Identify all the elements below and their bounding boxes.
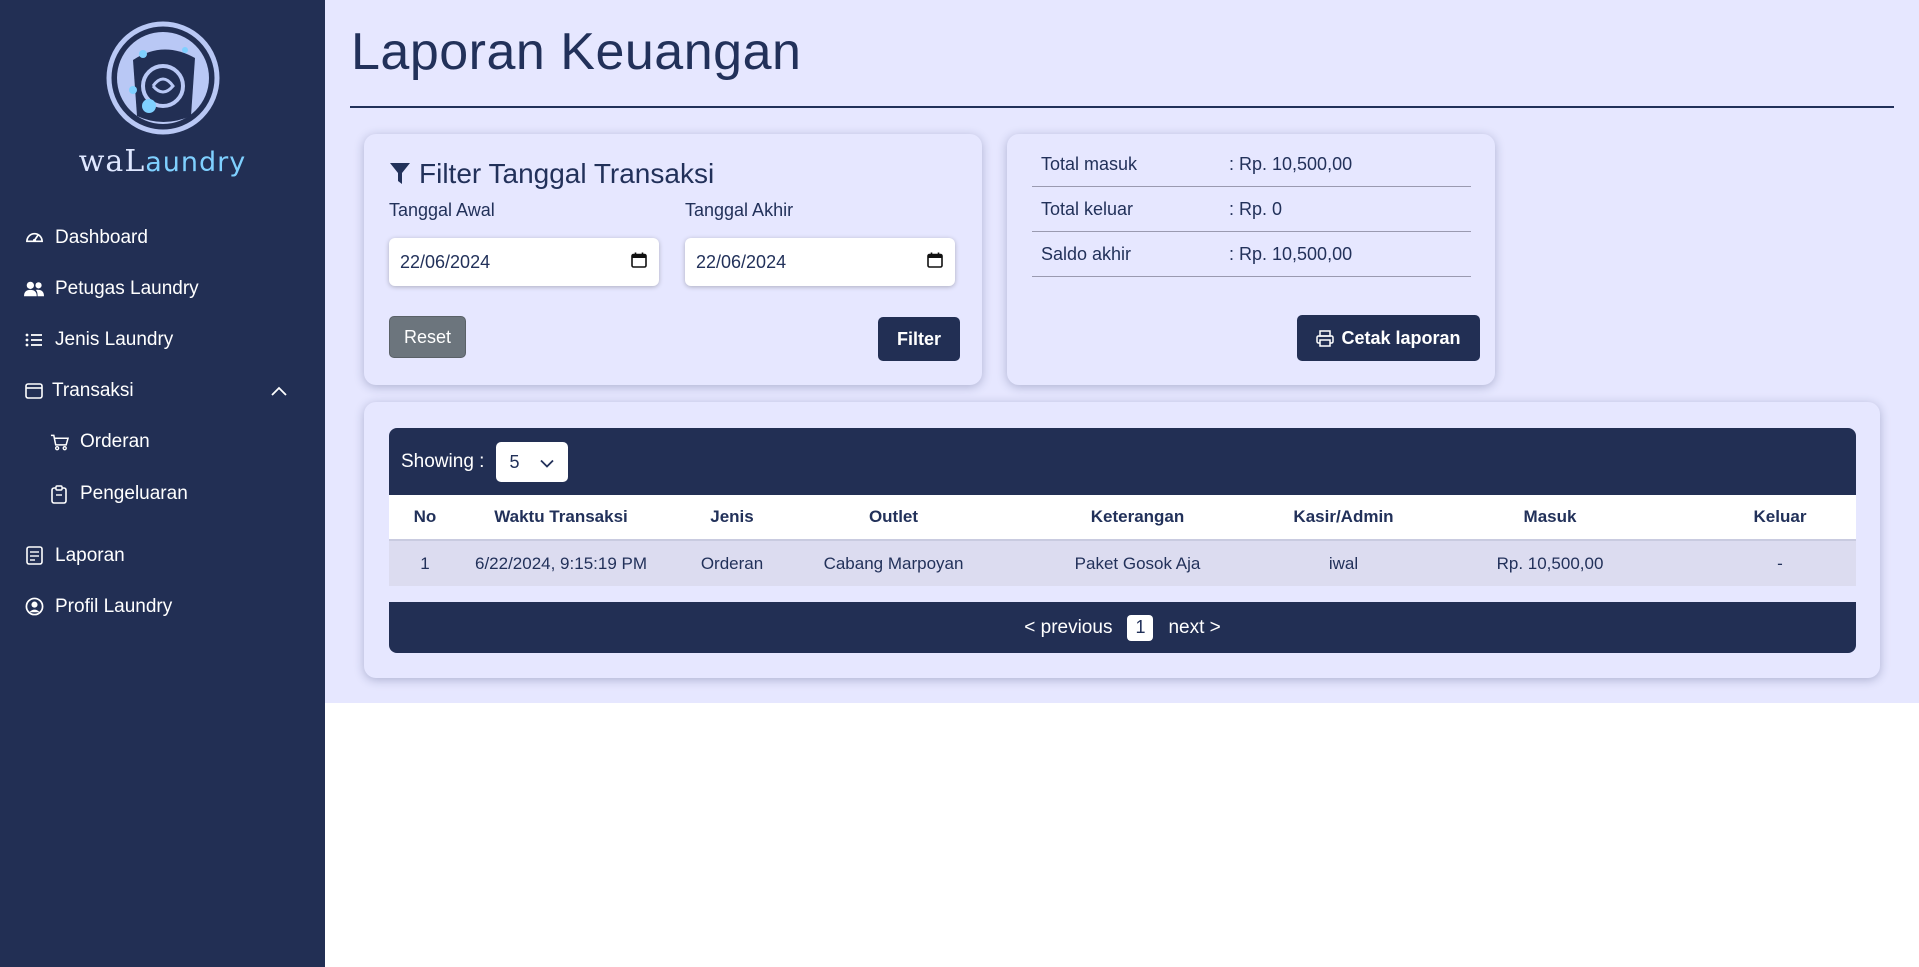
summary-key: Total keluar [1041,198,1134,219]
page-size-select[interactable]: 5 [496,442,569,482]
start-date-label: Tanggal Awal [389,200,495,220]
sidebar-item-dashboard[interactable]: Dashboard [0,212,325,263]
transactions-table: No Waktu Transaksi Jenis Outlet Keterang… [389,495,1856,586]
sidebar-item-label: Profil Laundry [55,595,173,617]
users-icon [24,279,44,299]
table-cell: Cabang Marpoyan [803,540,984,586]
sidebar-item-label: Petugas Laundry [55,277,199,299]
summary-value: : Rp. 0 [1229,198,1283,219]
sidebar-item-jenis-laundry[interactable]: Jenis Laundry [0,314,325,365]
transaksi-submenu: Orderan Pengeluaran [0,416,325,520]
table-cell: 1 [389,540,461,586]
printer-icon [1316,329,1335,347]
list-icon [24,330,44,350]
pagination: < previous 1 next > [389,602,1856,653]
summary-value: : Rp. 10,500,00 [1229,153,1353,174]
clipboard-icon [49,484,69,504]
sidebar-item-label: Dashboard [55,226,148,248]
table-cell: Rp. 10,500,00 [1396,540,1704,586]
table-cell: Paket Gosok Aja [984,540,1291,586]
summary-card: Total masuk : Rp. 10,500,00 Total keluar… [1007,134,1495,385]
start-date-value: 22/06/2024 [400,251,491,272]
title-divider [350,106,1894,108]
sidebar-item-pengeluaran[interactable]: Pengeluaran [25,468,325,520]
page-title: Laporan Keuangan [351,23,802,81]
filter-button[interactable]: Filter [878,317,960,361]
end-date-label: Tanggal Akhir [685,200,794,220]
end-date-input[interactable]: 22/06/2024 [685,238,955,286]
filter-title-text: Filter Tanggal Transaksi [419,158,715,189]
column-header: Outlet [803,495,984,541]
sidebar-item-label: Jenis Laundry [55,328,174,350]
laundry-logo-icon [106,21,219,135]
sidebar-item-label: Orderan [80,431,150,452]
main-content: Laporan Keuangan Filter Tanggal Transaks… [325,0,1919,703]
sidebar: waLaundry Dashboard Petugas Laundry Jeni… [0,0,325,967]
next-page-link[interactable]: next > [1168,617,1220,639]
report-icon [24,546,44,566]
sidebar-item-label: Pengeluaran [80,483,188,504]
table-row: 1 6/22/2024, 9:15:19 PM Orderan Cabang M… [389,540,1856,586]
sidebar-item-label: Laporan [55,544,125,566]
previous-page-link[interactable]: < previous [1024,617,1112,639]
print-report-label: Cetak laporan [1341,327,1461,348]
user-circle-icon [24,597,44,617]
column-header: Jenis [661,495,803,541]
brand-accent: aundry [145,147,247,178]
sidebar-item-label: Transaksi [52,379,134,401]
brand-name: waLaundry [0,144,325,179]
sidebar-item-laporan[interactable]: Laporan [0,530,325,581]
sidebar-nav: Dashboard Petugas Laundry Jenis Laundry … [0,212,325,632]
sidebar-item-orderan[interactable]: Orderan [25,416,325,468]
column-header: Kasir/Admin [1291,495,1396,541]
brand-logo[interactable]: waLaundry [0,20,325,179]
cart-icon [49,432,69,452]
table-header-row: No Waktu Transaksi Jenis Outlet Keterang… [389,495,1856,541]
reset-button[interactable]: Reset [389,316,466,358]
end-date-value: 22/06/2024 [696,251,787,272]
showing-label: Showing : [401,451,485,472]
column-header: Waktu Transaksi [461,495,661,541]
sidebar-item-profil-laundry[interactable]: Profil Laundry [0,581,325,632]
sidebar-item-transaksi[interactable]: Transaksi [0,365,325,416]
summary-row-total-masuk: Total masuk : Rp. 10,500,00 [1032,142,1471,187]
table-cell: iwal [1291,540,1396,586]
brand-prefix: waL [78,144,146,179]
chevron-down-icon [540,452,555,473]
table-cell: 6/22/2024, 9:15:19 PM [461,540,661,586]
table-cell: Orderan [661,540,803,586]
page-size-value: 5 [509,451,520,472]
summary-key: Saldo akhir [1041,243,1132,264]
summary-value: : Rp. 10,500,00 [1229,243,1353,264]
current-page-number[interactable]: 1 [1127,614,1154,641]
start-date-input[interactable]: 22/06/2024 [389,238,659,286]
calendar-icon[interactable] [631,252,647,273]
summary-row-total-keluar: Total keluar : Rp. 0 [1032,187,1471,232]
column-header: No [389,495,461,541]
transactions-card: Showing : 5 No Waktu Transaksi Jenis Out… [364,402,1880,678]
calendar-icon[interactable] [927,252,943,273]
column-header: Keterangan [984,495,1291,541]
sidebar-item-petugas-laundry[interactable]: Petugas Laundry [0,263,325,314]
filter-title: Filter Tanggal Transaksi [389,158,714,190]
table-toolbar: Showing : 5 [389,428,1856,496]
print-report-button[interactable]: Cetak laporan [1297,315,1480,361]
window-icon [24,381,44,401]
column-header: Masuk [1396,495,1704,541]
gauge-icon [24,228,44,248]
funnel-icon [389,162,411,186]
column-header: Keluar [1704,495,1856,541]
summary-row-saldo-akhir: Saldo akhir : Rp. 10,500,00 [1032,232,1471,277]
summary-key: Total masuk [1041,153,1138,174]
chevron-up-icon[interactable] [269,381,289,401]
date-filter-card: Filter Tanggal Transaksi Tanggal Awal 22… [364,134,982,385]
summary-table: Total masuk : Rp. 10,500,00 Total keluar… [1032,142,1471,277]
table-cell: - [1704,540,1856,586]
